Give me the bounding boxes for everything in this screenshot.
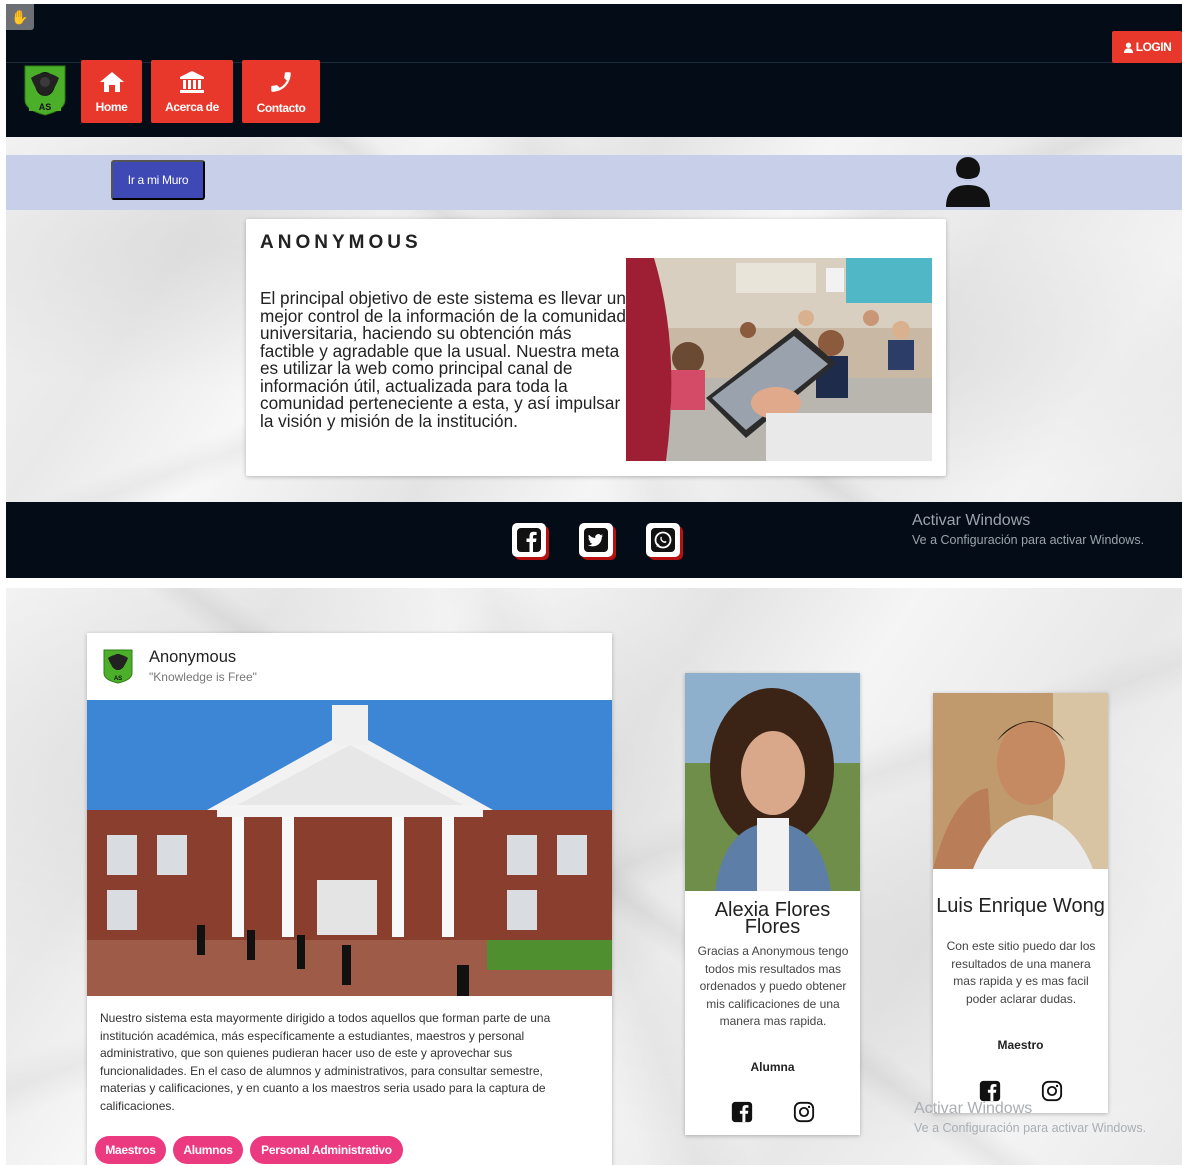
facebook-icon[interactable] bbox=[512, 523, 546, 557]
activation-subtitle: Ve a Configuración para activar Windows. bbox=[912, 533, 1145, 547]
facebook-icon[interactable] bbox=[731, 1101, 753, 1123]
nav-about-label: Acerca de bbox=[165, 99, 219, 114]
phone-icon bbox=[271, 71, 291, 92]
about-card: ANONYMOUS El principal objetivo de este … bbox=[246, 219, 946, 476]
activation-title: Activar Windows bbox=[914, 1100, 1033, 1117]
site-logo[interactable]: AS bbox=[23, 64, 67, 116]
top-navbar: ✋ LOGIN AS Home Acerca de Contacto bbox=[6, 4, 1182, 137]
instagram-icon[interactable] bbox=[1041, 1080, 1063, 1102]
testimonial-card: Luis Enrique Wong Con este sitio puedo d… bbox=[933, 693, 1108, 1113]
go-to-wall-button[interactable]: Ir a mi Muro bbox=[111, 160, 205, 200]
about-description: El principal objetivo de este sistema es… bbox=[260, 288, 626, 431]
activation-subtitle: Ve a Configuración para activar Windows. bbox=[914, 1121, 1147, 1135]
login-button[interactable]: LOGIN bbox=[1112, 31, 1182, 63]
nav-contact-label: Contacto bbox=[256, 100, 306, 115]
user-small-icon bbox=[1123, 42, 1133, 53]
post-description: Nuestro sistema esta mayormente dirigido… bbox=[100, 1011, 551, 1113]
about-title: ANONYMOUS bbox=[260, 232, 422, 253]
nav-home-button[interactable]: Home bbox=[81, 60, 142, 123]
footer: Activar Windows Ve a Configuración para … bbox=[6, 502, 1182, 578]
testimonial-social-links bbox=[685, 1101, 860, 1123]
twitter-icon[interactable] bbox=[579, 523, 613, 557]
nav-contact-button[interactable]: Contacto bbox=[242, 60, 320, 123]
facebook-icon[interactable] bbox=[979, 1080, 1001, 1102]
login-label: LOGIN bbox=[1135, 40, 1172, 54]
tag-personal-administrativo[interactable]: Personal Administrativo bbox=[250, 1136, 403, 1164]
testimonial-photo bbox=[685, 673, 860, 891]
home-icon bbox=[99, 71, 124, 92]
testimonial-name: Luis Enrique Wong bbox=[936, 895, 1105, 917]
bank-icon bbox=[180, 70, 204, 93]
nav-about-button[interactable]: Acerca de bbox=[151, 60, 233, 123]
accessibility-hand-icon[interactable]: ✋ bbox=[6, 4, 34, 30]
whatsapp-icon[interactable] bbox=[646, 523, 680, 557]
wall-bar: Ir a mi Muro bbox=[6, 155, 1182, 210]
windows-activation-watermark: Activar Windows Ve a Configuración para … bbox=[914, 1100, 1146, 1135]
testimonial-quote: Con este sitio puedo dar los resultados … bbox=[946, 939, 1096, 1006]
instagram-icon[interactable] bbox=[793, 1101, 815, 1123]
svg-text:AS: AS bbox=[114, 676, 122, 682]
svg-text:AS: AS bbox=[39, 102, 52, 112]
windows-activation-watermark: Activar Windows Ve a Configuración para … bbox=[912, 512, 1144, 547]
activation-title: Activar Windows bbox=[912, 512, 1031, 529]
testimonial-name: Alexia Flores Flores bbox=[714, 899, 831, 938]
testimonial-role: Maestro bbox=[997, 1038, 1044, 1052]
tag-maestros[interactable]: Maestros bbox=[95, 1136, 166, 1164]
post-author-tagline: "Knowledge is Free" bbox=[149, 670, 257, 684]
school-building-photo bbox=[87, 700, 612, 996]
nav-home-label: Home bbox=[95, 99, 128, 114]
tag-alumnos[interactable]: Alumnos bbox=[173, 1136, 243, 1164]
testimonial-quote: Gracias a Anonymous tengo todos mis resu… bbox=[697, 944, 849, 1029]
page: ✋ LOGIN AS Home Acerca de Contacto Ir a … bbox=[0, 0, 1182, 1165]
post-logo: AS bbox=[102, 648, 134, 684]
testimonial-role: Alumna bbox=[750, 1060, 795, 1074]
testimonial-card: Alexia Flores Flores Gracias a Anonymous… bbox=[685, 673, 860, 1135]
post-card: AS Anonymous "Knowledge is Free" Nuestro… bbox=[87, 633, 612, 1165]
classroom-photo bbox=[626, 258, 932, 461]
user-avatar-icon[interactable] bbox=[943, 155, 993, 209]
testimonial-social-links bbox=[933, 1080, 1108, 1102]
testimonial-photo bbox=[933, 693, 1108, 869]
post-author-name: Anonymous bbox=[149, 648, 237, 666]
